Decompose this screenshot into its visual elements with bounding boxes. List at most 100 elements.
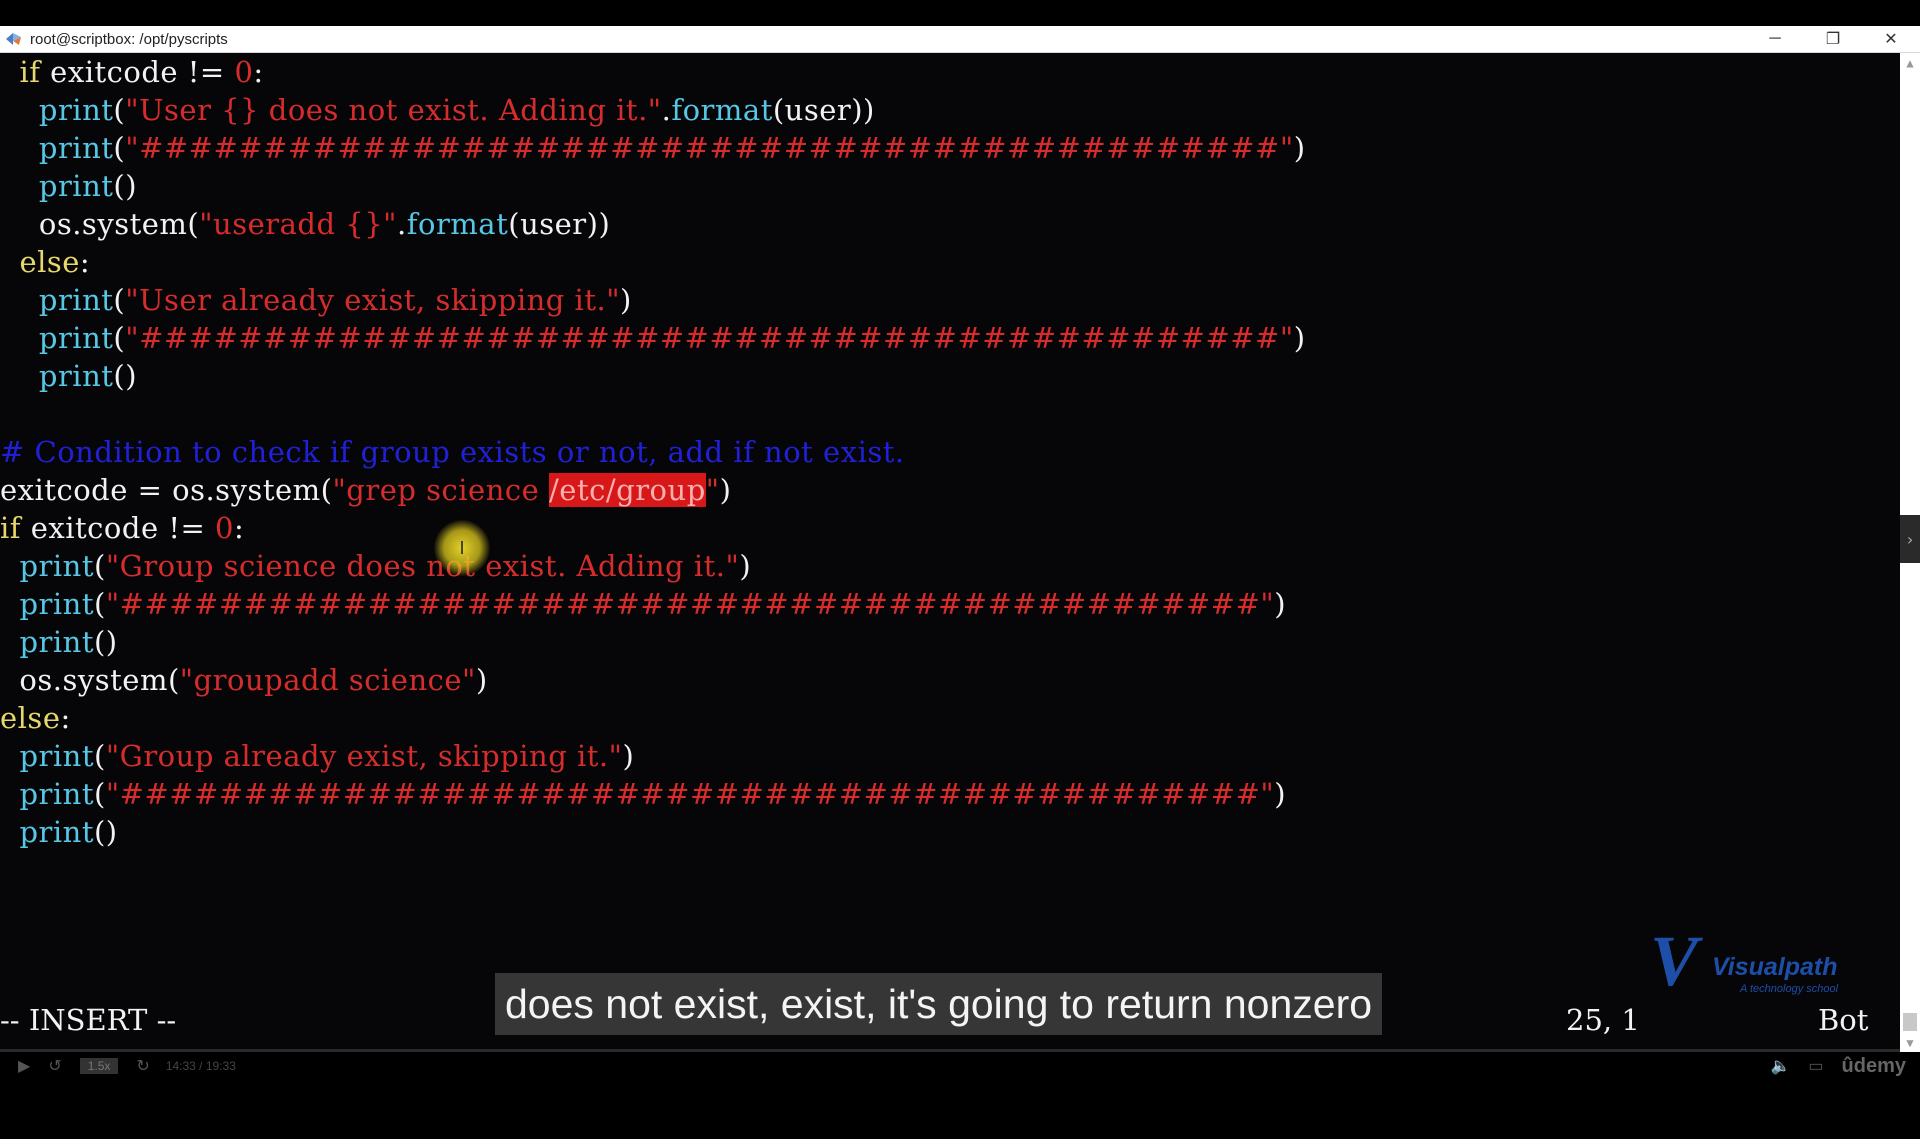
scroll-up-icon[interactable]: ▲ [1900, 53, 1920, 73]
code-line[interactable]: print() [0, 167, 1306, 205]
code-token: print [38, 283, 114, 317]
code-token: "grep science [332, 473, 550, 507]
code-token: exitcode != [21, 511, 215, 545]
vim-mode: -- INSERT -- [0, 1003, 177, 1037]
captions-icon[interactable]: ▭ [1808, 1056, 1823, 1076]
scrollbar-thumb[interactable] [1903, 1013, 1917, 1031]
code-line[interactable]: print("#################################… [0, 775, 1306, 813]
code-line[interactable]: if exitcode != 0: [0, 53, 1306, 91]
code-line[interactable]: os.system("groupadd science") [0, 661, 1306, 699]
forward-icon[interactable]: ↻ [136, 1056, 149, 1076]
volume-icon[interactable]: 🔈 [1770, 1056, 1790, 1076]
terminal-app-icon [4, 30, 24, 48]
code-token: # Condition to check if group exists or … [0, 435, 905, 469]
code-line[interactable]: else: [0, 243, 1306, 281]
code-token: ) [719, 473, 732, 507]
code-token: ) [1293, 321, 1306, 355]
code-token: format [406, 207, 509, 241]
code-token: print [38, 131, 114, 165]
code-token: ( [113, 321, 126, 355]
code-token: ( [113, 131, 126, 165]
play-icon[interactable]: ▶ [18, 1056, 30, 1076]
code-line[interactable]: print("#################################… [0, 319, 1306, 357]
code-token: . [661, 93, 672, 127]
code-token: print [19, 549, 94, 583]
terminal-area[interactable]: if exitcode != 0: print("User {} does no… [0, 53, 1900, 1053]
video-subtitle: does not exist, exist, it's going to ret… [495, 973, 1383, 1035]
code-token: if [19, 55, 41, 89]
code-token: 0 [215, 511, 234, 545]
code-token: ) [622, 739, 635, 773]
logo-name: Visualpath [1712, 953, 1838, 981]
code-token: exitcode != [40, 55, 235, 89]
code-token: : [79, 245, 91, 279]
code-token: : [233, 511, 245, 545]
code-token: print [19, 625, 94, 659]
code-token: exitcode = os.system( [0, 473, 333, 507]
code-token: "#######################################… [105, 587, 1275, 621]
code-line[interactable]: exitcode = os.system("grep science /etc/… [0, 471, 1306, 509]
code-token: print [19, 777, 94, 811]
code-token: : [60, 701, 71, 735]
code-token: if [0, 511, 22, 545]
side-panel-toggle[interactable]: › [1900, 515, 1920, 563]
code-token: print [38, 93, 114, 127]
code-token: ) [1274, 587, 1287, 621]
scroll-down-icon[interactable]: ▼ [1900, 1033, 1920, 1053]
code-line[interactable]: print() [0, 357, 1306, 395]
code-token: "#######################################… [125, 131, 1294, 165]
code-line[interactable]: else: [0, 699, 1306, 737]
close-button[interactable]: ✕ [1862, 26, 1920, 52]
code-line[interactable]: print("Group science does not exist. Add… [0, 547, 1306, 585]
minimize-button[interactable]: ─ [1746, 26, 1804, 52]
code-token: ( [93, 549, 106, 583]
logo-tagline: A technology school [1740, 983, 1839, 995]
code-line[interactable]: if exitcode != 0: [0, 509, 1306, 547]
code-token: print [19, 739, 94, 773]
video-controls: ▶ ↺ 1.5x ↻ 14:33 / 19:33 🔈 ▭ ûdemy [0, 1052, 1920, 1080]
code-token: "useradd {}" [199, 207, 398, 241]
code-token: print [38, 359, 114, 393]
scroll-position: Bot [1818, 1003, 1869, 1037]
code-line[interactable]: print("#################################… [0, 129, 1306, 167]
code-line[interactable] [0, 395, 1306, 433]
rewind-icon[interactable]: ↺ [48, 1056, 61, 1076]
code-token: ) [475, 663, 488, 697]
code-line[interactable]: print("User already exist, skipping it."… [0, 281, 1306, 319]
code-token: ) [739, 549, 752, 583]
code-line[interactable]: print("Group already exist, skipping it.… [0, 737, 1306, 775]
window-title: root@scriptbox: /opt/pyscripts [30, 30, 228, 48]
code-token: os.system( [0, 207, 200, 241]
code-token: print [38, 169, 114, 203]
window-titlebar: root@scriptbox: /opt/pyscripts ─ ❐ ✕ [0, 26, 1920, 53]
code-line[interactable]: print("User {} does not exist. Adding it… [0, 91, 1306, 129]
code-line[interactable]: print("#################################… [0, 585, 1306, 623]
code-line[interactable]: print() [0, 813, 1306, 851]
code-line[interactable]: print() [0, 623, 1306, 661]
code-token: print [19, 587, 94, 621]
code-token: ) [620, 283, 632, 317]
code-line[interactable]: os.system("useradd {}".format(user)) [0, 205, 1306, 243]
text-cursor-icon: I [459, 537, 465, 559]
code-token: (user)) [508, 207, 611, 241]
code-token: ( [113, 283, 126, 317]
code-line[interactable]: # Condition to check if group exists or … [0, 433, 1306, 471]
code-token: ) [1274, 777, 1287, 811]
code-token: "Group already exist, skipping it." [105, 739, 623, 773]
code-token: " [705, 473, 720, 507]
playback-speed[interactable]: 1.5x [79, 1058, 119, 1074]
code-token: ( [93, 587, 106, 621]
code-token: print [38, 321, 114, 355]
vim-buffer[interactable]: if exitcode != 0: print("User {} does no… [0, 53, 1306, 851]
restore-button[interactable]: ❐ [1804, 26, 1862, 52]
code-token: format [671, 93, 773, 127]
